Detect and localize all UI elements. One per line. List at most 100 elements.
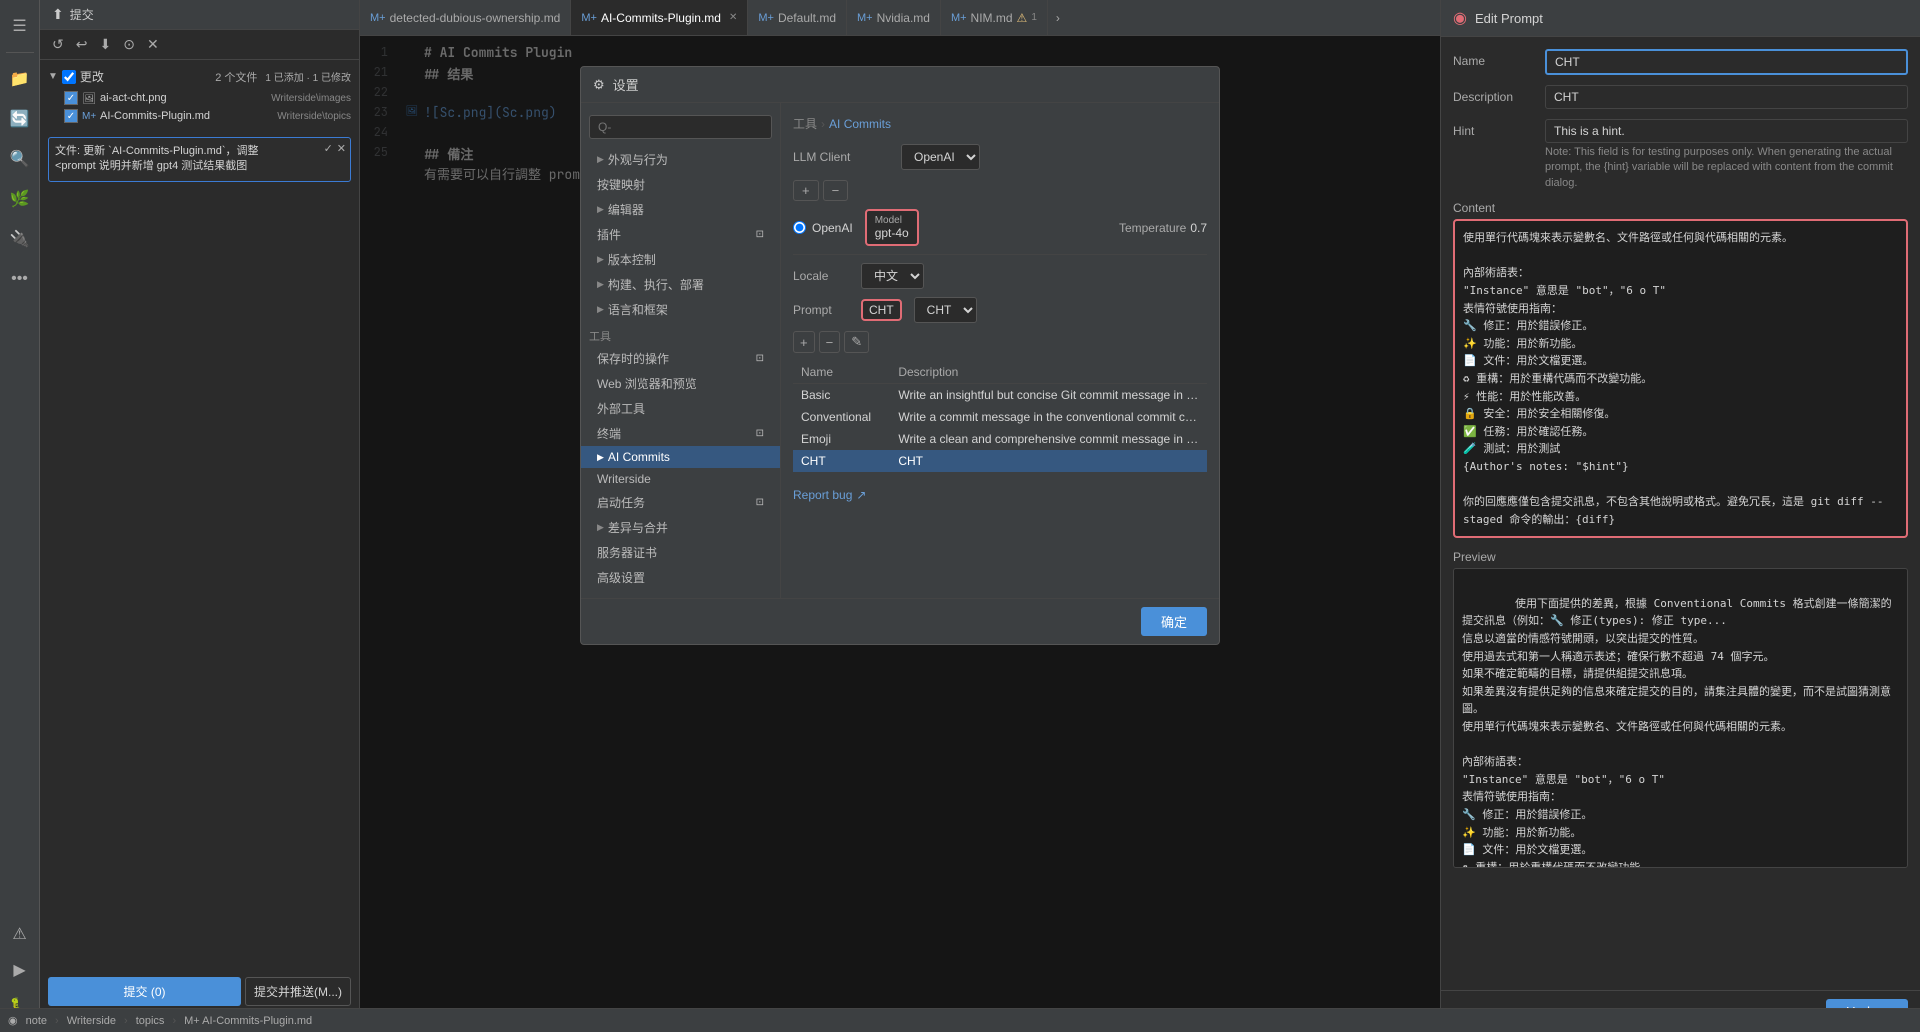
prompt-name-conventional: Conventional [793,406,890,428]
edit-prompt-title: Edit Prompt [1475,11,1543,26]
tab-close-2[interactable]: ✕ [729,12,737,23]
nav-label: 服务器证书 [597,544,657,561]
tab-nvidia[interactable]: M+ Nvidia.md [847,0,941,36]
git-icon[interactable]: 🌿 [2,181,38,217]
name-input[interactable] [1545,49,1908,75]
report-bug-link[interactable]: Report bug ↗ [793,488,1207,502]
status-file: M+ AI-Commits-Plugin.md [184,1015,312,1027]
msg-actions: ✓ ✕ [324,142,346,155]
content-text: 使用單行代碼塊來表示變數名、文件路徑或任何與代碼相關的元素。 內部術語表： "I… [1463,229,1898,528]
terminal-icon[interactable]: ▶ [2,952,38,988]
nav-label: 外部工具 [597,400,645,417]
tab-detected[interactable]: M+ detected-dubious-ownership.md [360,0,571,36]
md-file-icon: M+ [82,111,96,122]
menu-icon[interactable]: ☰ [2,8,38,44]
settings-title-text: 设置 [613,75,639,94]
nav-item-languages[interactable]: ▶ 语言和框架 [581,297,780,322]
nav-item-browser[interactable]: Web 浏览器和预览 [581,371,780,396]
commit-panel-title: 提交 [70,6,94,23]
commit-buttons: 提交 (0) 提交并推送(M...) [40,973,359,1010]
nav-item-writerside[interactable]: Writerside [581,468,780,490]
preview-box: 使用下面提供的差異，根據 Conventional Commits 格式創建一條… [1453,568,1908,868]
llm-client-select[interactable]: OpenAI [901,144,980,170]
nav-item-terminal[interactable]: 终端 ⊡ [581,421,780,446]
list-item: ✓ 🖼 ai-act-cht.png Writerside\images [40,89,359,107]
nav-item-aicommits[interactable]: ▶ AI Commits [581,446,780,468]
nav-item-keymap[interactable]: 按键映射 [581,172,780,197]
list-item: ✓ M+ AI-Commits-Plugin.md Writerside\top… [40,107,359,125]
item-checkbox-1[interactable]: ✓ [64,91,78,105]
commit-message-text[interactable]: 文件: 更新 `AI-Commits-Plugin.md`，调整 <prompt… [55,144,344,175]
add-provider-btn[interactable]: + [793,180,819,201]
content-box[interactable]: 使用單行代碼塊來表示變數名、文件路徑或任何與代碼相關的元素。 內部術語表： "I… [1453,219,1908,538]
settings-body: ▶ 外观与行为 按键映射 ▶ 编辑器 插件 ⊡ [581,103,1219,598]
nav-item-editor[interactable]: ▶ 编辑器 [581,197,780,222]
vcs-icon[interactable]: 🔄 [2,101,38,137]
commit-button[interactable]: 提交 (0) [48,977,241,1006]
close-btn[interactable]: ✕ [143,34,163,55]
edit-prompt-btn[interactable]: ✎ [844,331,869,353]
settings-footer: 确定 [581,598,1219,644]
nav-item-save[interactable]: 保存时的操作 ⊡ [581,346,780,371]
confirm-button[interactable]: 确定 [1141,607,1207,636]
changes-checkbox[interactable] [62,70,76,84]
nav-item-plugins[interactable]: 插件 ⊡ [581,222,780,247]
problems-icon[interactable]: ⚠ [2,916,38,952]
edit-prompt-header: ◉ Edit Prompt [1441,0,1920,37]
commit-msg-line2: <prompt 说明并新增 gpt4 测试结果截图 [55,159,344,174]
search-icon[interactable]: 🔍 [2,141,38,177]
prompt-select[interactable]: CHT [914,297,977,323]
hint-field-row: Hint This is a hint. Note: This field is… [1453,119,1908,191]
remove-prompt-btn[interactable]: − [819,331,841,353]
item-checkbox-2[interactable]: ✓ [64,109,78,123]
remove-provider-btn[interactable]: − [823,180,849,201]
prompt-table: Name Description Basic Write an insightf… [793,361,1207,472]
nav-item-external[interactable]: 外部工具 [581,396,780,421]
nav-item-appearance[interactable]: ▶ 外观与行为 [581,147,780,172]
editor-content[interactable]: 1 # AI Commits Plugin 21 ## 结果 22 23 🖼 !… [360,36,1440,1032]
commit-push-button[interactable]: 提交并推送(M...) [245,977,351,1006]
refresh-btn[interactable]: ↺ [48,34,68,55]
nav-label: Writerside [597,472,651,486]
expand-arrow: ▼ [48,71,58,82]
tab-nim[interactable]: M+ NIM.md ⚠ 1 [941,0,1048,36]
nav-item-vcs[interactable]: ▶ 版本控制 [581,247,780,272]
tabs-overflow[interactable]: › [1048,11,1068,25]
plugins-icon: ⊡ [756,229,764,240]
prompt-name-cht: CHT [793,450,890,472]
more-icon[interactable]: ••• [2,261,38,297]
explorer-icon[interactable]: 📁 [2,61,38,97]
openai-radio[interactable] [793,221,806,234]
prompt-name-basic: Basic [793,384,890,407]
nav-item-startup[interactable]: 启动任务 ⊡ [581,490,780,515]
table-row[interactable]: Basic Write an insightful but concise Gi… [793,384,1207,407]
add-prompt-btn[interactable]: + [793,331,815,353]
hint-note: Note: This field is for testing purposes… [1545,145,1908,191]
download-btn[interactable]: ⬇ [95,34,115,55]
table-row[interactable]: Emoji Write a clean and comprehensive co… [793,428,1207,450]
filepath-2: Writerside\topics [277,111,351,122]
hint-label: Hint [1453,119,1533,138]
nav-item-build[interactable]: ▶ 构建、执行、部署 [581,272,780,297]
table-row-cht[interactable]: CHT CHT [793,450,1207,472]
changes-header[interactable]: ▼ 更改 2 个文件 1 已添加 · 1 已修改 [40,64,359,89]
settings-search-input[interactable] [589,115,772,139]
description-field-row: Description CHT [1453,85,1908,109]
nav-item-server-certs[interactable]: 服务器证书 [581,540,780,565]
locale-row: Locale 中文 [793,263,1207,289]
locale-select[interactable]: 中文 [861,263,924,289]
table-row[interactable]: Conventional Write a commit message in t… [793,406,1207,428]
settings-btn[interactable]: ⊙ [119,34,139,55]
terminal-icon: ⊡ [756,428,764,439]
tab-aicommits[interactable]: M+ AI-Commits-Plugin.md ✕ [571,0,748,36]
tab-default[interactable]: M+ Default.md [748,0,847,36]
msg-ok-icon[interactable]: ✓ [324,142,333,155]
plugins-icon[interactable]: 🔌 [2,221,38,257]
nav-label: 外观与行为 [608,151,668,168]
msg-close-icon[interactable]: ✕ [337,142,346,155]
nav-item-diff[interactable]: ▶ 差异与合并 [581,515,780,540]
status-sep1: › [55,1015,59,1027]
nav-label: 保存时的操作 [597,350,669,367]
nav-item-advanced[interactable]: 高级设置 [581,565,780,590]
undo-btn[interactable]: ↩ [72,34,92,55]
